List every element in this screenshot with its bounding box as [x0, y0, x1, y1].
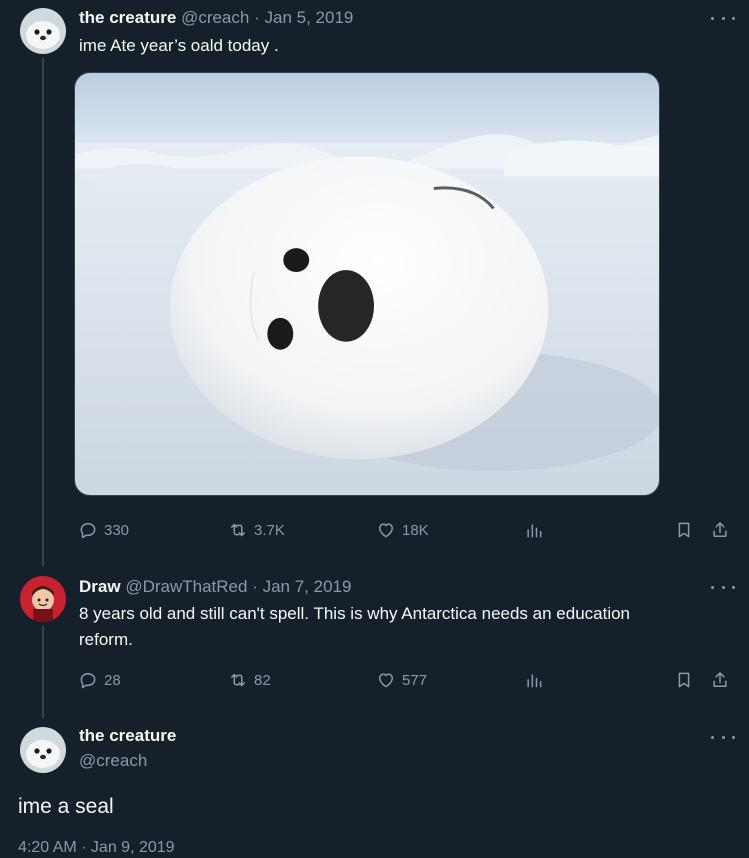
- display-name[interactable]: Draw: [79, 577, 121, 596]
- tweet-header: the creature @creach · Jan 5, 2019: [79, 8, 353, 28]
- tweet-timestamp[interactable]: 4:20 AM · Jan 9, 2019: [18, 838, 175, 858]
- share-icon: [713, 672, 727, 687]
- avatar[interactable]: [20, 727, 66, 773]
- more-icon[interactable]: [711, 11, 735, 25]
- retweet-icon: [231, 523, 245, 537]
- avatar[interactable]: [20, 576, 66, 622]
- reply-icon: [80, 673, 96, 689]
- like-button[interactable]: 18K: [376, 520, 429, 540]
- tweet-date[interactable]: Jan 7, 2019: [263, 577, 352, 596]
- avatar[interactable]: [20, 8, 66, 54]
- heart-icon: [379, 673, 393, 688]
- retweet-count: 3.7K: [254, 521, 285, 539]
- more-icon[interactable]: [711, 730, 735, 744]
- tweet-text: ime Ate year’s oald today .: [79, 36, 279, 55]
- reply-button[interactable]: 330: [78, 520, 129, 540]
- bookmark-icon: [678, 522, 690, 538]
- drawthatred-avatar-image: [20, 576, 66, 622]
- reply-count: 28: [104, 671, 121, 689]
- user-handle[interactable]: @DrawThatRed: [125, 577, 247, 596]
- retweet-icon: [231, 673, 245, 687]
- tweet-actions: 330 3.7K 18K: [78, 520, 738, 544]
- share-icon: [713, 522, 727, 537]
- user-handle[interactable]: @creach: [181, 8, 249, 27]
- retweet-count: 82: [254, 671, 271, 689]
- user-handle[interactable]: @creach: [79, 751, 147, 770]
- like-count: 577: [402, 671, 428, 689]
- tweet-text-line: reform.: [79, 630, 133, 649]
- heart-icon: [379, 523, 393, 538]
- display-name[interactable]: the creature: [79, 8, 176, 27]
- more-icon[interactable]: [711, 580, 735, 594]
- retweet-button[interactable]: 3.7K: [228, 520, 285, 540]
- reply-button[interactable]: 28: [78, 670, 121, 690]
- views-button[interactable]: [524, 520, 544, 540]
- tweet-actions: 28 82 577: [78, 670, 738, 694]
- separator-dot: ·: [252, 577, 258, 596]
- like-count: 18K: [402, 521, 429, 539]
- views-icon: [527, 674, 542, 688]
- bookmark-icon: [678, 672, 690, 688]
- bookmark-button[interactable]: [674, 520, 694, 540]
- seal-avatar-image: [20, 727, 66, 773]
- main-tweet-text: ime a seal: [18, 795, 114, 818]
- tweet-date[interactable]: Jan 5, 2019: [265, 8, 354, 27]
- share-button[interactable]: [710, 670, 730, 690]
- display-name-wrapper: the creature: [79, 726, 176, 746]
- tweet-text-line: 8 years old and still can't spell. This …: [79, 604, 631, 623]
- bookmark-button[interactable]: [674, 670, 694, 690]
- separator-dot: ·: [254, 8, 260, 27]
- display-name[interactable]: the creature: [79, 726, 176, 745]
- handle-wrapper: @creach: [79, 751, 147, 771]
- views-button[interactable]: [524, 670, 544, 690]
- reply-icon: [80, 523, 96, 539]
- retweet-button[interactable]: 82: [228, 670, 271, 690]
- tweet-media-photo[interactable]: [74, 72, 660, 496]
- thread-line: [42, 58, 44, 566]
- thread-line: [42, 626, 44, 718]
- reply-count: 330: [104, 521, 130, 539]
- seal-avatar-image: [20, 8, 66, 54]
- seal-photo: [75, 73, 659, 495]
- share-button[interactable]: [710, 520, 730, 540]
- tweet-header: Draw @DrawThatRed · Jan 7, 2019: [79, 577, 351, 597]
- views-icon: [527, 524, 542, 538]
- like-button[interactable]: 577: [376, 670, 427, 690]
